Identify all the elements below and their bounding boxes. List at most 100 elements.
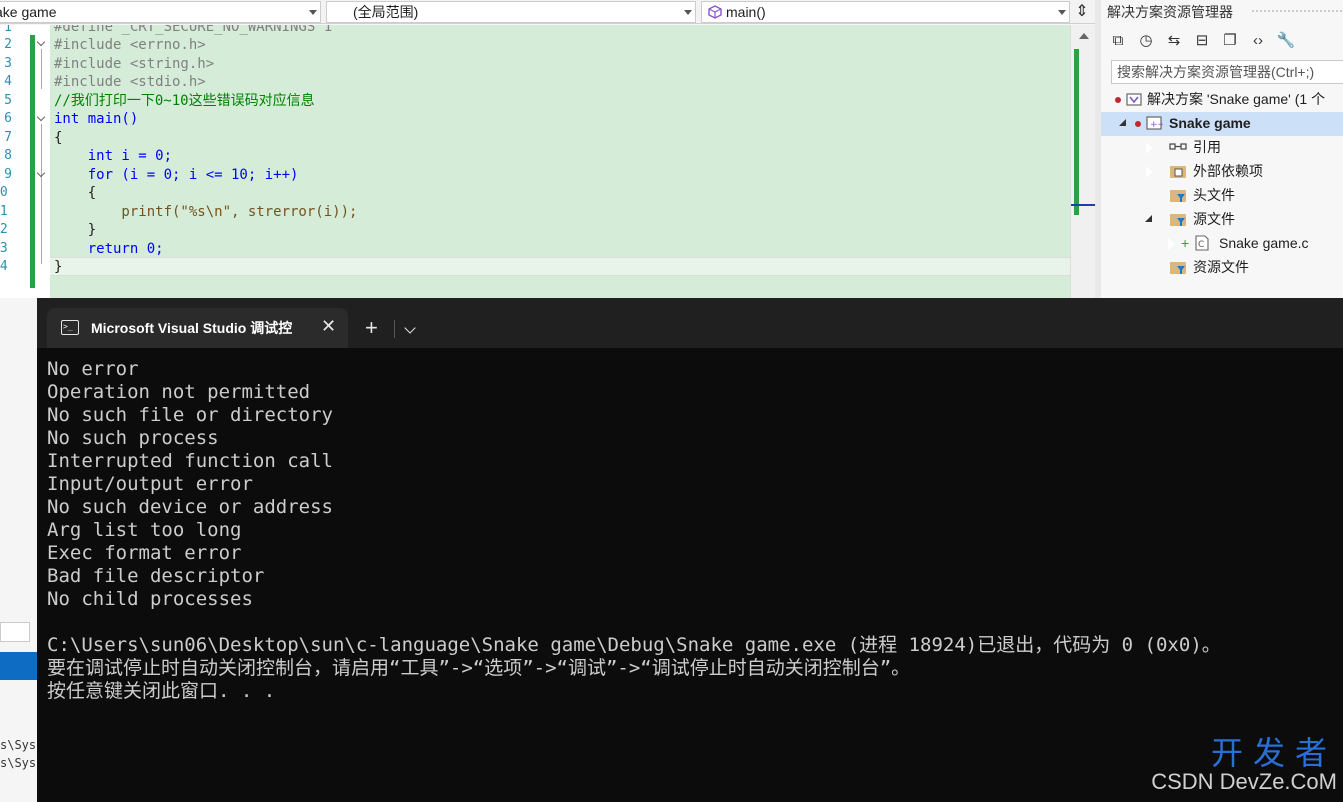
code-line: #include <string.h> [54, 56, 215, 72]
code-line: printf("%s\n", strerror(i)); [54, 204, 358, 220]
output-line: C:\Users\sun06\Desktop\sun\c-language\Sn… [47, 634, 1221, 656]
line-number: 10 [0, 185, 8, 200]
solution-explorer-toolbar: ⧉ ◷ ⇆ ⊟ ❐ ‹› 🔧 [1107, 28, 1343, 54]
solution-icon [1126, 93, 1142, 106]
collapse-all-icon[interactable]: ⊟ [1191, 30, 1213, 52]
terminal-tab[interactable]: Microsoft Visual Studio 调试控 ✕ [47, 308, 348, 348]
code-line: for (i = 0; i <= 10; i++) [54, 167, 299, 183]
added-plus-icon: + [1181, 235, 1190, 251]
member-dropdown[interactable]: main() [701, 1, 1070, 23]
tree-item-resource-files[interactable]: 资源文件 [1101, 256, 1343, 280]
sync-icon[interactable]: ⇆ [1163, 30, 1185, 52]
line-number-gutter: 1 2 3 4 5 6 7 8 9 10 11 12 13 14 [0, 25, 50, 298]
collapsed-arrow-icon[interactable] [1167, 238, 1177, 250]
code-line: int main() [54, 111, 139, 127]
filter-folder-icon [1170, 190, 1186, 202]
svg-text:++: ++ [1150, 120, 1163, 130]
tree-item-source-file[interactable]: + C Snake game.c [1101, 232, 1343, 256]
editor-vertical-scrollbar[interactable] [1070, 25, 1095, 298]
background-ide-strip: s\Sys s\Sys [0, 298, 37, 802]
collapsed-arrow-icon[interactable] [1145, 142, 1155, 154]
member-dropdown-value: main() [726, 4, 766, 20]
output-line: Arg list too long [47, 519, 242, 541]
line-number: 13 [0, 241, 8, 256]
close-tab-icon[interactable]: ✕ [321, 316, 336, 336]
code-line: #include <errno.h> [54, 37, 206, 53]
output-line: Interrupted function call [47, 450, 333, 472]
watermark-logo-text: 开发者 [1210, 734, 1337, 772]
project-dropdown-value: ake game [0, 4, 57, 20]
tree-item-label: 头文件 [1193, 187, 1235, 203]
show-all-files-icon[interactable]: ❐ [1219, 30, 1241, 52]
c-file-icon: C [1195, 235, 1209, 251]
output-line: Input/output error [47, 473, 253, 495]
terminal-tab-bar: Microsoft Visual Studio 调试控 ✕ + [37, 298, 1343, 348]
pending-changes-clock-icon[interactable]: ◷ [1135, 30, 1157, 52]
tree-item-source-files[interactable]: 源文件 [1101, 208, 1343, 232]
debug-console-window[interactable]: Microsoft Visual Studio 调试控 ✕ + No error… [37, 298, 1343, 802]
fold-toggle-icon[interactable] [37, 114, 45, 122]
code-line: #define _CRT_SECURE_NO_WARNINGS 1 [54, 25, 333, 35]
filter-folder-icon [1170, 262, 1186, 274]
code-view-icon[interactable]: ‹› [1247, 30, 1269, 52]
background-blue-bar [0, 652, 37, 680]
tree-item-label: Snake game [1169, 115, 1251, 131]
code-line: int i = 0; [54, 148, 173, 164]
tree-item-references[interactable]: 引用 [1101, 136, 1343, 160]
collapsed-arrow-icon[interactable] [1145, 166, 1155, 178]
scrollbar-caret-marker [1071, 204, 1095, 206]
new-tab-plus-icon[interactable]: + [365, 316, 378, 340]
properties-wrench-icon[interactable]: 🔧 [1275, 30, 1297, 52]
tree-item-header-files[interactable]: 头文件 [1101, 184, 1343, 208]
filter-folder-icon [1170, 214, 1186, 226]
solution-explorer-title: 解决方案资源管理器 [1107, 4, 1233, 20]
switch-views-icon[interactable]: ⧉ [1107, 30, 1129, 52]
console-icon [61, 320, 79, 335]
chevron-down-icon [1058, 10, 1066, 15]
code-line: } [54, 259, 63, 275]
scope-dropdown[interactable]: (全局范围) [326, 1, 696, 23]
tree-item-label: 解决方案 'Snake game' (1 个 [1147, 91, 1326, 107]
line-number: 11 [0, 204, 8, 219]
editor-nav-bar: ake game (全局范围) main() ⇕ [0, 0, 1095, 24]
tab-separator [394, 320, 395, 338]
code-line: #include <stdio.h> [54, 74, 206, 90]
line-number: 14 [0, 259, 8, 274]
project-dropdown[interactable]: ake game [0, 1, 321, 23]
expanded-arrow-icon[interactable] [1119, 119, 1129, 129]
code-line: { [54, 130, 63, 146]
watermark-site-text: CSDN DevZe.CoM [1151, 769, 1337, 794]
background-output-line: s\Sys [0, 738, 37, 752]
fold-toggle-icon[interactable] [37, 39, 45, 47]
scroll-up-arrow-icon[interactable] [1079, 33, 1089, 39]
current-line-highlight [50, 257, 1070, 276]
code-line: } [54, 222, 97, 238]
line-number: 1 [4, 25, 12, 35]
tree-item-solution[interactable]: 解决方案 'Snake game' (1 个 [1101, 88, 1343, 112]
status-dot-icon [1135, 121, 1141, 127]
split-editor-icon[interactable]: ⇕ [1072, 2, 1092, 22]
chevron-down-icon[interactable] [404, 322, 416, 334]
svg-text:C: C [1198, 240, 1204, 250]
fold-toggle-icon[interactable] [37, 170, 45, 178]
output-line: No such process [47, 427, 219, 449]
solution-search-input[interactable]: 搜索解决方案资源管理器(Ctrl+;) [1111, 60, 1343, 84]
line-number: 4 [4, 74, 12, 89]
expanded-arrow-icon[interactable] [1145, 215, 1155, 225]
output-line: 按任意键关闭此窗口. . . [47, 680, 276, 702]
change-tracking-bar [30, 35, 35, 288]
project-icon: ++ [1146, 116, 1163, 130]
status-dot-icon [1115, 97, 1121, 103]
output-line: Exec format error [47, 542, 242, 564]
background-output-line: s\Sys [0, 756, 37, 770]
references-icon [1169, 143, 1187, 150]
background-dropdown[interactable] [0, 622, 30, 642]
tree-item-external-dependencies[interactable]: 外部依赖项 [1101, 160, 1343, 184]
code-line: { [54, 185, 97, 201]
solution-explorer-panel: 解决方案资源管理器 ⧉ ◷ ⇆ ⊟ ❐ ‹› 🔧 搜索解决方案资源管理器(Ctr… [1095, 0, 1343, 298]
code-editor[interactable]: 1 2 3 4 5 6 7 8 9 10 11 12 13 14 #define… [0, 25, 1095, 298]
chevron-down-icon [684, 10, 692, 15]
tree-item-project[interactable]: ++ Snake game [1101, 112, 1343, 136]
line-number: 9 [4, 167, 12, 182]
output-line: No error [47, 358, 139, 380]
